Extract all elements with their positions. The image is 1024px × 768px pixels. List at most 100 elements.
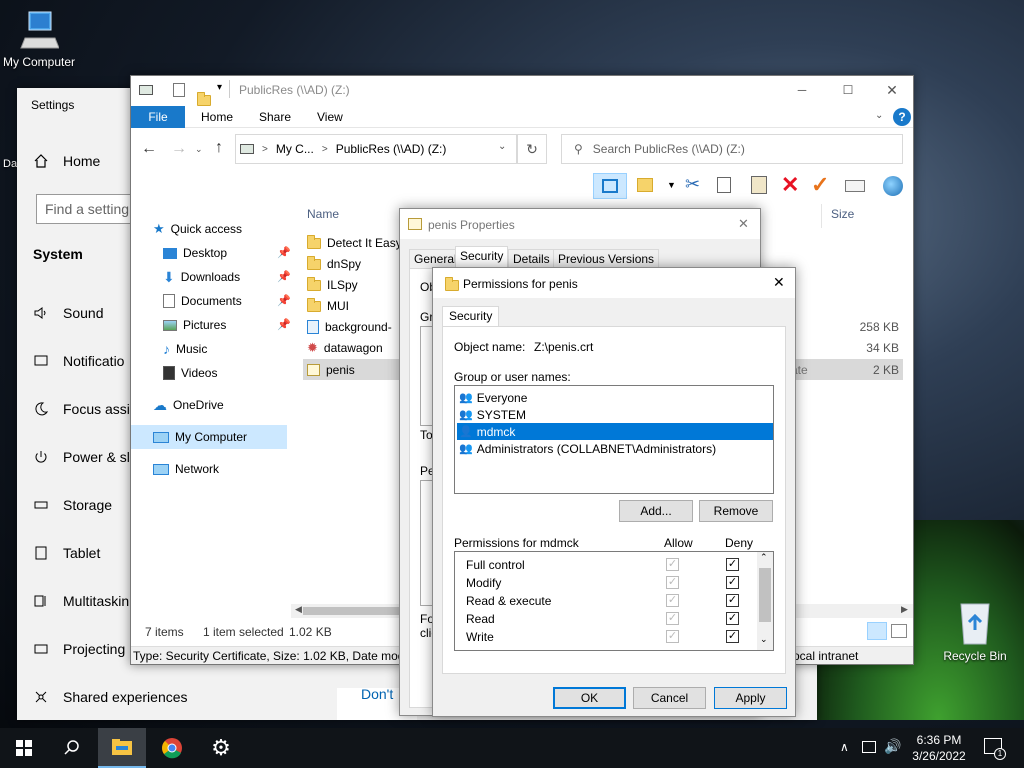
file-row[interactable]: Detect It Easy — [307, 233, 402, 253]
file-row[interactable]: ILSpy — [307, 275, 358, 295]
user-row-administrators[interactable]: 👥 Administrators (COLLABNET\Administrato… — [459, 440, 716, 457]
volume-icon[interactable]: 🔊 — [884, 738, 901, 755]
nav-network[interactable]: Network — [153, 458, 219, 480]
up-button[interactable]: ↑ — [215, 139, 223, 157]
scroll-thumb[interactable] — [759, 568, 771, 622]
file-row[interactable]: MUI — [307, 296, 349, 316]
permissions-tab-security[interactable]: Security — [442, 306, 500, 327]
copy-icon[interactable] — [717, 177, 731, 193]
recent-locations-icon[interactable]: ⌄ — [195, 144, 203, 155]
apply-button[interactable]: Apply — [714, 687, 787, 709]
deny-modify-checkbox[interactable]: ✓ — [726, 576, 739, 589]
properties-close-button[interactable]: ✕ — [738, 216, 749, 232]
settings-item-tablet[interactable]: Tablet — [33, 541, 100, 565]
refresh-button[interactable]: ↻ — [517, 134, 547, 164]
ribbon-tab-file[interactable]: File — [131, 106, 185, 128]
user-row-mdmck-selected[interactable]: 👤 mdmck — [457, 423, 773, 440]
nav-my-computer[interactable]: My Computer — [153, 426, 247, 448]
allow-full-control-checkbox[interactable]: ✓ — [666, 558, 679, 571]
settings-home[interactable]: Home — [33, 149, 100, 173]
preview-pane-button[interactable] — [593, 173, 627, 199]
help-icon[interactable]: ? — [893, 108, 911, 126]
paste-icon[interactable] — [751, 176, 767, 194]
file-explorer-taskbar-button[interactable] — [98, 728, 146, 768]
clock-date[interactable]: 3/26/2022 — [910, 749, 968, 763]
email-icon[interactable] — [845, 180, 865, 192]
network-status-icon[interactable] — [862, 741, 876, 753]
tab-details[interactable]: Details — [508, 249, 555, 269]
settings-item-storage[interactable]: Storage — [33, 493, 112, 517]
settings-taskbar-button[interactable]: ⚙ — [197, 728, 245, 768]
allow-write-checkbox[interactable]: ✓ — [666, 630, 679, 643]
scroll-right-icon[interactable]: ▶ — [901, 604, 908, 615]
settings-item-focus-assist[interactable]: Focus assis — [33, 397, 137, 421]
address-dropdown-icon[interactable]: ⌄ — [498, 141, 506, 152]
allow-read-execute-checkbox[interactable]: ✓ — [666, 594, 679, 607]
address-bar[interactable]: > My C... > PublicRes (\\AD) (Z:) ⌄ — [235, 134, 517, 164]
scroll-left-icon[interactable]: ◀ — [295, 604, 302, 615]
nav-onedrive[interactable]: ☁ OneDrive — [153, 394, 224, 416]
recycle-bin-desktop-icon[interactable]: Recycle Bin — [940, 600, 1010, 663]
start-button[interactable] — [0, 728, 48, 768]
deny-full-control-checkbox[interactable]: ✓ — [726, 558, 739, 571]
ribbon-tab-view[interactable]: View — [303, 106, 357, 128]
settings-item-shared-experiences[interactable]: Shared experiences — [33, 685, 188, 709]
settings-dont-link[interactable]: Don't — [361, 686, 393, 702]
my-computer-desktop-icon[interactable]: My Computer — [0, 8, 78, 69]
file-row[interactable]: background- — [307, 317, 392, 337]
address-part-mycomputer[interactable]: My C... — [276, 142, 314, 156]
maximize-button[interactable]: ☐ — [825, 78, 871, 102]
scroll-up-icon[interactable]: ⌃ — [760, 552, 768, 563]
column-header-size[interactable]: Size — [831, 207, 854, 221]
delete-icon[interactable]: ✕ — [781, 172, 799, 198]
users-listbox[interactable]: 👥 Everyone 👥 SYSTEM 👤 mdmck 👥 Administra… — [454, 385, 774, 494]
nav-music[interactable]: ♪ Music — [163, 338, 207, 360]
back-button[interactable]: ← — [141, 140, 157, 158]
nav-documents[interactable]: Documents — [163, 290, 242, 312]
ok-button[interactable]: OK — [553, 687, 626, 709]
show-hidden-icons-button[interactable]: ∧ — [840, 740, 849, 754]
tab-security[interactable]: Security — [455, 246, 509, 269]
deny-read-checkbox[interactable]: ✓ — [726, 612, 739, 625]
pin-icon[interactable]: 📌 — [277, 294, 291, 307]
cancel-button[interactable]: Cancel — [633, 687, 706, 709]
clock-time[interactable]: 6:36 PM — [914, 733, 964, 747]
tab-general[interactable]: General — [409, 249, 462, 269]
column-header-name[interactable]: Name — [307, 207, 339, 221]
deny-read-execute-checkbox[interactable]: ✓ — [726, 594, 739, 607]
add-button[interactable]: Add... — [619, 500, 693, 522]
ribbon-expand-icon[interactable]: ⌄ — [875, 110, 883, 121]
explorer-search-input[interactable]: ⚲ Search PublicRes (\\AD) (Z:) — [561, 134, 903, 164]
search-taskbar-button[interactable] — [48, 728, 96, 768]
pin-icon[interactable]: 📌 — [277, 270, 291, 283]
permissions-close-button[interactable]: ✕ — [773, 274, 785, 291]
properties-quick-icon[interactable] — [173, 83, 185, 97]
rename-check-icon[interactable]: ✓ — [811, 172, 829, 198]
deny-write-checkbox[interactable]: ✓ — [726, 630, 739, 643]
new-folder-quick-icon[interactable] — [197, 91, 211, 106]
user-row-everyone[interactable]: 👥 Everyone — [459, 389, 527, 406]
close-button[interactable]: ✕ — [871, 78, 913, 102]
file-row[interactable]: dnSpy — [307, 254, 361, 274]
settings-item-notifications[interactable]: Notificatio — [33, 349, 124, 373]
nav-desktop[interactable]: Desktop — [163, 242, 227, 264]
globe-icon[interactable] — [883, 176, 903, 196]
properties-icon[interactable] — [637, 178, 653, 192]
settings-item-sound[interactable]: Sound — [33, 301, 103, 325]
nav-downloads[interactable]: ⬇ Downloads — [163, 266, 240, 288]
chrome-taskbar-button[interactable] — [148, 728, 196, 768]
file-row[interactable]: ✹ datawagon — [307, 338, 383, 358]
permissions-listbox[interactable]: Full control ✓ ✓ Modify ✓ ✓ Read & execu… — [454, 551, 774, 651]
nav-pictures[interactable]: Pictures — [163, 314, 226, 336]
settings-item-power[interactable]: Power & sl — [33, 445, 130, 469]
scroll-down-icon[interactable]: ⌄ — [760, 634, 768, 645]
pin-icon[interactable]: 📌 — [277, 318, 291, 331]
nav-quick-access[interactable]: ★ Quick access — [153, 218, 242, 240]
permissions-scrollbar[interactable]: ⌃ ⌄ — [757, 552, 773, 650]
properties-dropdown-icon[interactable]: ▼ — [667, 180, 676, 190]
nav-videos[interactable]: Videos — [163, 362, 217, 384]
settings-item-projecting[interactable]: Projecting — [33, 637, 125, 661]
address-part-current[interactable]: PublicRes (\\AD) (Z:) — [336, 142, 447, 156]
allow-modify-checkbox[interactable]: ✓ — [666, 576, 679, 589]
user-row-system[interactable]: 👥 SYSTEM — [459, 406, 526, 423]
